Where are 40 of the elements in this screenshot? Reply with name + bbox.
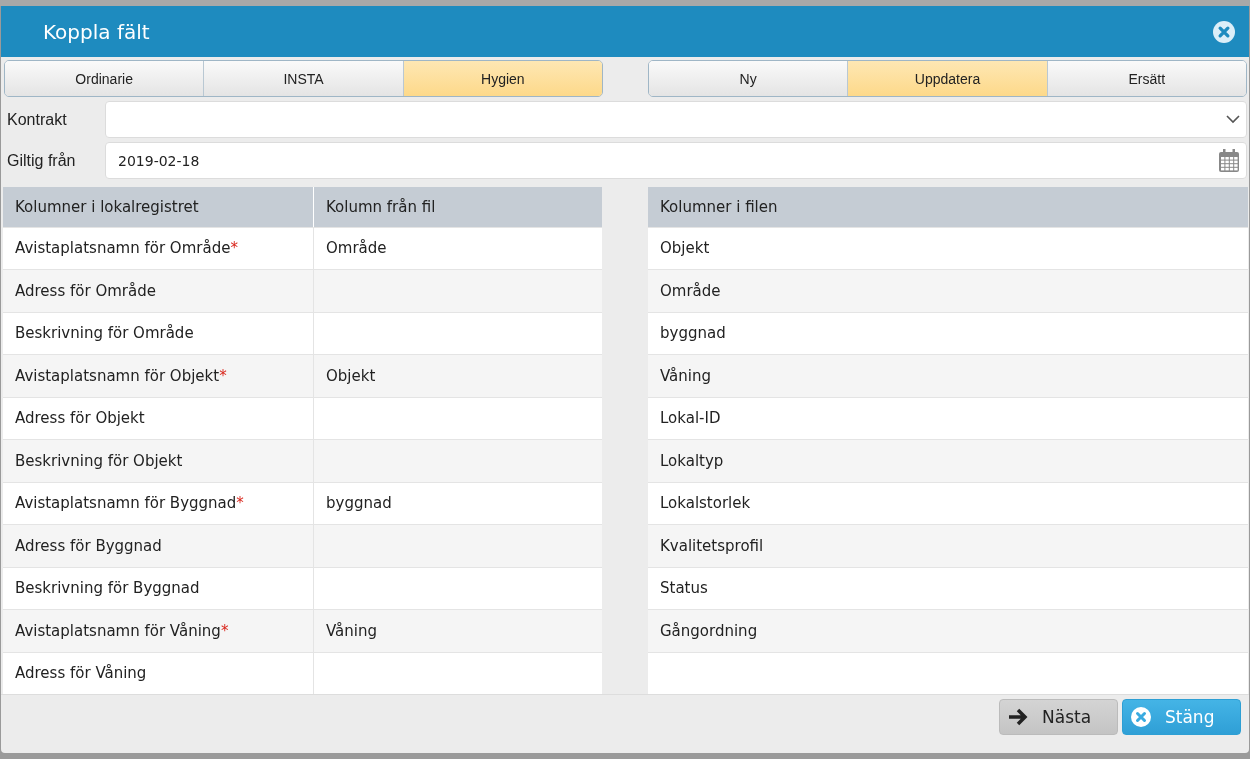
calendar-icon [1218, 148, 1240, 173]
table-cell-text: Lokaltyp [659, 450, 725, 472]
table-cell: Avistaplatsnamn för Objekt* [3, 355, 314, 397]
table-cell-text: Våning [325, 620, 378, 642]
column-header: Kolumner i filen [659, 196, 779, 218]
tab[interactable]: Hygien [403, 61, 602, 96]
column-header: Kolumner i lokalregistret [3, 187, 314, 227]
field-label: Kontrakt [7, 110, 68, 129]
table-cell-text: Gångordning [659, 620, 759, 642]
date-field[interactable]: 2019-02-18 [105, 142, 1247, 179]
close-button[interactable] [1213, 20, 1235, 43]
table-cell-text: Våning [659, 365, 712, 387]
table-cell: Adress för Våning [3, 652, 314, 694]
table-cell-text: Status [659, 578, 709, 600]
table-cell-text: byggnad [325, 493, 393, 515]
table-cell: Beskrivning för Objekt [3, 440, 314, 482]
close-icon [1131, 707, 1151, 727]
table-cell-text: Lokal-ID [659, 408, 722, 430]
tab[interactable]: Uppdatera [848, 61, 1048, 96]
arrow-right-icon [1008, 708, 1028, 726]
table-cell: Adress för Byggnad [3, 525, 314, 567]
table-cell: Avistaplatsnamn för Våning* [3, 610, 314, 652]
dialog-title: Koppla fält [43, 19, 150, 44]
tab[interactable]: INSTA [204, 61, 404, 96]
next-button[interactable]: Nästa [999, 699, 1118, 735]
field-label: Giltig från [7, 151, 77, 170]
tab[interactable]: Ny [649, 61, 849, 96]
chevron-down-icon [1226, 115, 1240, 124]
column-header: Kolumn från fil [325, 196, 437, 218]
table-cell-text: Område [659, 280, 722, 302]
table-cell-text: Lokalstorlek [659, 493, 752, 515]
close-icon [1213, 20, 1235, 43]
tab[interactable]: Ersätt [1047, 61, 1246, 96]
table-cell-text: Kvalitetsprofil [659, 535, 765, 557]
table-cell: Adress för Område [3, 270, 314, 312]
table-cell-text: Objekt [325, 365, 377, 387]
table-cell-text: Objekt [659, 238, 711, 260]
table-cell-text: Område [325, 238, 388, 260]
table-cell-text: byggnad [659, 323, 727, 345]
tab[interactable]: Ordinarie [5, 61, 205, 96]
